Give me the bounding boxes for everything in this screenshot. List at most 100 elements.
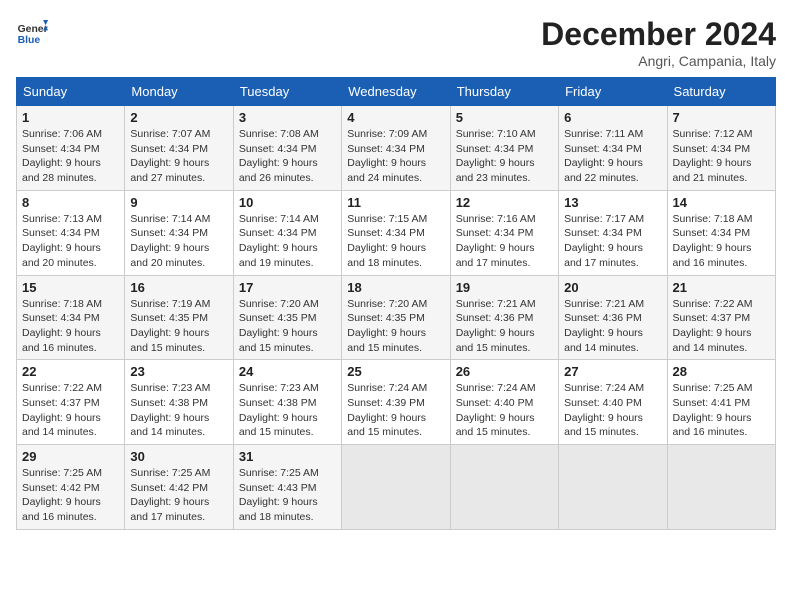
- calendar-cell: [450, 445, 558, 530]
- day-info: Sunrise: 7:15 AMSunset: 4:34 PMDaylight:…: [347, 212, 444, 271]
- location: Angri, Campania, Italy: [541, 53, 776, 69]
- day-info: Sunrise: 7:07 AMSunset: 4:34 PMDaylight:…: [130, 127, 227, 186]
- day-number: 27: [564, 364, 661, 379]
- day-number: 19: [456, 280, 553, 295]
- calendar-cell: 15 Sunrise: 7:18 AMSunset: 4:34 PMDayligh…: [17, 275, 125, 360]
- calendar-table: SundayMondayTuesdayWednesdayThursdayFrid…: [16, 77, 776, 530]
- day-number: 30: [130, 449, 227, 464]
- calendar-cell: 24 Sunrise: 7:23 AMSunset: 4:38 PMDayligh…: [233, 360, 341, 445]
- calendar-cell: 4 Sunrise: 7:09 AMSunset: 4:34 PMDaylight…: [342, 106, 450, 191]
- calendar-cell: 27 Sunrise: 7:24 AMSunset: 4:40 PMDayligh…: [559, 360, 667, 445]
- svg-text:General: General: [18, 24, 48, 35]
- calendar-cell: 14 Sunrise: 7:18 AMSunset: 4:34 PMDayligh…: [667, 190, 775, 275]
- day-number: 20: [564, 280, 661, 295]
- day-number: 26: [456, 364, 553, 379]
- day-info: Sunrise: 7:18 AMSunset: 4:34 PMDaylight:…: [22, 297, 119, 356]
- day-number: 1: [22, 110, 119, 125]
- day-number: 15: [22, 280, 119, 295]
- day-number: 7: [673, 110, 770, 125]
- day-info: Sunrise: 7:25 AMSunset: 4:43 PMDaylight:…: [239, 466, 336, 525]
- calendar-cell: 12 Sunrise: 7:16 AMSunset: 4:34 PMDayligh…: [450, 190, 558, 275]
- calendar-cell: [667, 445, 775, 530]
- day-info: Sunrise: 7:16 AMSunset: 4:34 PMDaylight:…: [456, 212, 553, 271]
- title-block: December 2024 Angri, Campania, Italy: [541, 16, 776, 69]
- day-number: 18: [347, 280, 444, 295]
- day-info: Sunrise: 7:21 AMSunset: 4:36 PMDaylight:…: [564, 297, 661, 356]
- day-info: Sunrise: 7:25 AMSunset: 4:42 PMDaylight:…: [22, 466, 119, 525]
- day-info: Sunrise: 7:14 AMSunset: 4:34 PMDaylight:…: [130, 212, 227, 271]
- day-info: Sunrise: 7:24 AMSunset: 4:40 PMDaylight:…: [456, 381, 553, 440]
- calendar-cell: 3Sunrise: 7:08 AMSunset: 4:34 PMDaylight…: [233, 106, 341, 191]
- calendar-cell: 21Sunrise: 7:22 AMSunset: 4:37 PMDayligh…: [667, 275, 775, 360]
- calendar-cell: 10Sunrise: 7:14 AMSunset: 4:34 PMDayligh…: [233, 190, 341, 275]
- logo-icon: General Blue: [16, 16, 48, 48]
- day-number: 23: [130, 364, 227, 379]
- calendar-cell: [559, 445, 667, 530]
- day-info: Sunrise: 7:14 AMSunset: 4:34 PMDaylight:…: [239, 212, 336, 271]
- day-number: 12: [456, 195, 553, 210]
- day-info: Sunrise: 7:09 AMSunset: 4:34 PMDaylight:…: [347, 127, 444, 186]
- day-info: Sunrise: 7:25 AMSunset: 4:41 PMDaylight:…: [673, 381, 770, 440]
- day-info: Sunrise: 7:22 AMSunset: 4:37 PMDaylight:…: [22, 381, 119, 440]
- day-info: Sunrise: 7:13 AMSunset: 4:34 PMDaylight:…: [22, 212, 119, 271]
- calendar-cell: 25Sunrise: 7:24 AMSunset: 4:39 PMDayligh…: [342, 360, 450, 445]
- calendar-cell: 1 Sunrise: 7:06 AMSunset: 4:34 PMDaylight…: [17, 106, 125, 191]
- day-info: Sunrise: 7:06 AMSunset: 4:34 PMDaylight:…: [22, 127, 119, 186]
- day-number: 24: [239, 364, 336, 379]
- day-info: Sunrise: 7:20 AMSunset: 4:35 PMDaylight:…: [239, 297, 336, 356]
- day-number: 8: [22, 195, 119, 210]
- day-info: Sunrise: 7:24 AMSunset: 4:40 PMDaylight:…: [564, 381, 661, 440]
- day-number: 14: [673, 195, 770, 210]
- column-header-saturday: Saturday: [667, 78, 775, 106]
- calendar-week-1: 1 Sunrise: 7:06 AMSunset: 4:34 PMDaylight…: [17, 106, 776, 191]
- day-number: 5: [456, 110, 553, 125]
- calendar-cell: 2 Sunrise: 7:07 AMSunset: 4:34 PMDaylight…: [125, 106, 233, 191]
- day-number: 4: [347, 110, 444, 125]
- day-info: Sunrise: 7:17 AMSunset: 4:34 PMDaylight:…: [564, 212, 661, 271]
- column-header-tuesday: Tuesday: [233, 78, 341, 106]
- calendar-cell: 31Sunrise: 7:25 AMSunset: 4:43 PMDayligh…: [233, 445, 341, 530]
- day-number: 16: [130, 280, 227, 295]
- calendar-cell: 28 Sunrise: 7:25 AMSunset: 4:41 PMDayligh…: [667, 360, 775, 445]
- day-number: 9: [130, 195, 227, 210]
- day-number: 22: [22, 364, 119, 379]
- calendar-cell: 19 Sunrise: 7:21 AMSunset: 4:36 PMDayligh…: [450, 275, 558, 360]
- day-info: Sunrise: 7:18 AMSunset: 4:34 PMDaylight:…: [673, 212, 770, 271]
- calendar-cell: 11 Sunrise: 7:15 AMSunset: 4:34 PMDayligh…: [342, 190, 450, 275]
- calendar-cell: [342, 445, 450, 530]
- column-header-monday: Monday: [125, 78, 233, 106]
- day-number: 29: [22, 449, 119, 464]
- calendar-week-2: 8 Sunrise: 7:13 AMSunset: 4:34 PMDaylight…: [17, 190, 776, 275]
- calendar-cell: 5 Sunrise: 7:10 AMSunset: 4:34 PMDaylight…: [450, 106, 558, 191]
- calendar-cell: 7Sunrise: 7:12 AMSunset: 4:34 PMDaylight…: [667, 106, 775, 191]
- calendar-cell: 20 Sunrise: 7:21 AMSunset: 4:36 PMDayligh…: [559, 275, 667, 360]
- day-number: 17: [239, 280, 336, 295]
- day-number: 25: [347, 364, 444, 379]
- logo: General Blue: [16, 16, 48, 48]
- day-number: 6: [564, 110, 661, 125]
- day-info: Sunrise: 7:19 AMSunset: 4:35 PMDaylight:…: [130, 297, 227, 356]
- calendar-cell: 8 Sunrise: 7:13 AMSunset: 4:34 PMDaylight…: [17, 190, 125, 275]
- calendar-cell: 9 Sunrise: 7:14 AMSunset: 4:34 PMDaylight…: [125, 190, 233, 275]
- calendar-cell: 13 Sunrise: 7:17 AMSunset: 4:34 PMDayligh…: [559, 190, 667, 275]
- column-header-sunday: Sunday: [17, 78, 125, 106]
- page-header: General Blue December 2024 Angri, Campan…: [16, 16, 776, 69]
- calendar-cell: 29 Sunrise: 7:25 AMSunset: 4:42 PMDayligh…: [17, 445, 125, 530]
- day-number: 2: [130, 110, 227, 125]
- calendar-cell: 18Sunrise: 7:20 AMSunset: 4:35 PMDayligh…: [342, 275, 450, 360]
- day-info: Sunrise: 7:23 AMSunset: 4:38 PMDaylight:…: [239, 381, 336, 440]
- day-number: 3: [239, 110, 336, 125]
- calendar-cell: 16 Sunrise: 7:19 AMSunset: 4:35 PMDayligh…: [125, 275, 233, 360]
- calendar-cell: 6Sunrise: 7:11 AMSunset: 4:34 PMDaylight…: [559, 106, 667, 191]
- month-title: December 2024: [541, 16, 776, 53]
- calendar-cell: 30Sunrise: 7:25 AMSunset: 4:42 PMDayligh…: [125, 445, 233, 530]
- day-number: 11: [347, 195, 444, 210]
- calendar-week-5: 29 Sunrise: 7:25 AMSunset: 4:42 PMDayligh…: [17, 445, 776, 530]
- day-number: 13: [564, 195, 661, 210]
- calendar-week-4: 22 Sunrise: 7:22 AMSunset: 4:37 PMDayligh…: [17, 360, 776, 445]
- column-header-friday: Friday: [559, 78, 667, 106]
- day-info: Sunrise: 7:21 AMSunset: 4:36 PMDaylight:…: [456, 297, 553, 356]
- day-info: Sunrise: 7:10 AMSunset: 4:34 PMDaylight:…: [456, 127, 553, 186]
- day-number: 28: [673, 364, 770, 379]
- column-headers: SundayMondayTuesdayWednesdayThursdayFrid…: [17, 78, 776, 106]
